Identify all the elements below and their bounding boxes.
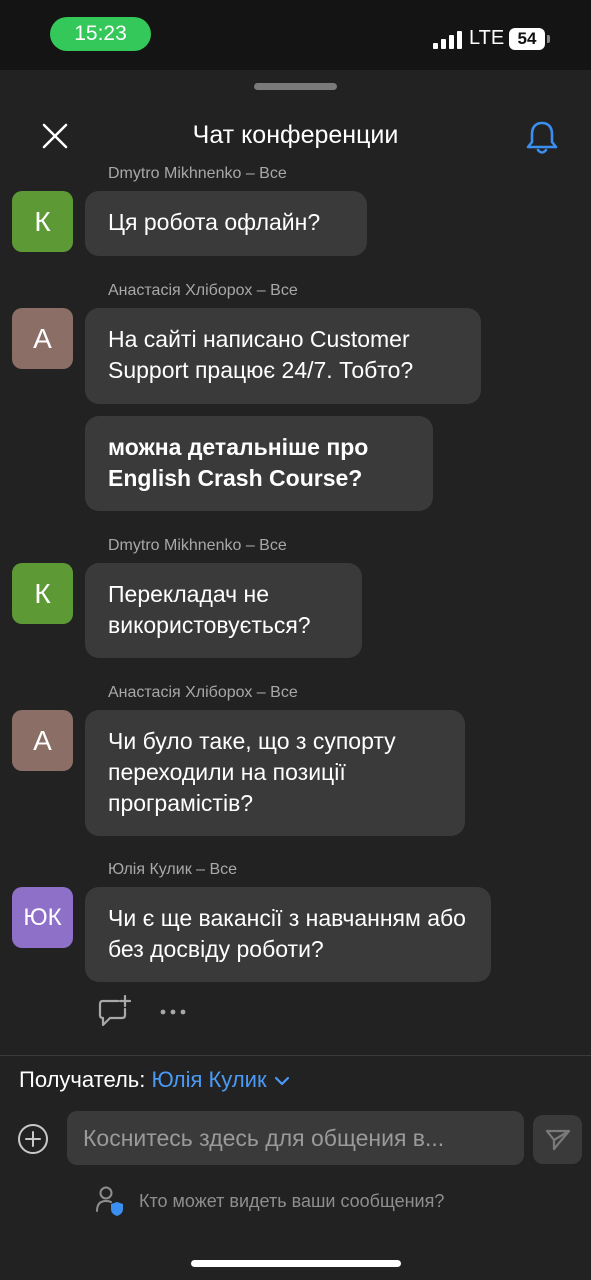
home-indicator[interactable] [191,1260,401,1267]
message-bubble[interactable]: Чи було таке, що з супорту переходили на… [85,710,465,836]
battery-tip [547,35,550,43]
bell-icon [526,121,558,154]
user-shield-icon [96,1186,123,1216]
message-actions [96,995,216,1031]
composer-divider [0,1055,591,1056]
message-bubble[interactable]: Чи є ще вакансії з навчанням або без дос… [85,887,491,982]
message-list[interactable]: Dmytro Mikhnenko – Все К Ця робота офлай… [0,160,591,1040]
chevron-down-icon[interactable] [273,1075,291,1087]
send-button[interactable] [533,1115,582,1164]
avatar[interactable]: А [12,710,73,771]
page-title: Чат конференции [192,121,399,149]
message-sender: Анастасія Хліборох – Все [108,684,298,701]
message-bubble[interactable]: можна детальніше про English Crash Cours… [85,416,433,511]
message-bubble[interactable]: Ця робота офлайн? [85,191,367,256]
signal-icon [433,29,463,49]
avatar[interactable]: А [12,308,73,369]
message-sender: Dmytro Mikhnenko – Все [108,537,287,554]
recipient-label: Получатель: [19,1067,146,1092]
send-icon [545,1129,570,1150]
avatar[interactable]: ЮК [12,887,73,948]
message-sender: Юлія Кулик – Все [108,861,238,878]
recipient-name[interactable]: Юлія Кулик [152,1067,267,1092]
chat-header: Чат конференции [0,105,591,165]
privacy-link[interactable]: Кто может видеть ваши сообщения? [95,1185,515,1217]
status-time: 15:23 [50,17,151,51]
network-label: LTE [469,27,505,49]
battery-icon: 54 [509,28,545,50]
message-sender: Анастасія Хліборох – Все [108,282,298,299]
status-bar: 15:23 LTE 54 [0,0,591,70]
notifications-button[interactable] [524,119,560,157]
plus-circle-icon [18,1124,48,1154]
message-bubble[interactable]: На сайті написано Customer Support працю… [85,308,481,404]
message-sender: Dmytro Mikhnenko – Все [108,165,287,182]
add-reply-icon[interactable] [96,995,132,1029]
message-bubble[interactable]: Перекладач не використовується? [85,563,362,658]
more-icon[interactable] [160,1009,186,1015]
avatar[interactable]: К [12,563,73,624]
recipient-selector[interactable]: Получатель: Юлія Кулик [19,1067,291,1093]
privacy-text: Кто может видеть ваши сообщения? [139,1191,445,1211]
avatar[interactable]: К [12,191,73,252]
add-attachment-button[interactable] [16,1122,50,1156]
message-input[interactable]: Коснитесь здесь для общения в... [67,1111,524,1165]
sheet-grabber[interactable] [254,83,337,90]
